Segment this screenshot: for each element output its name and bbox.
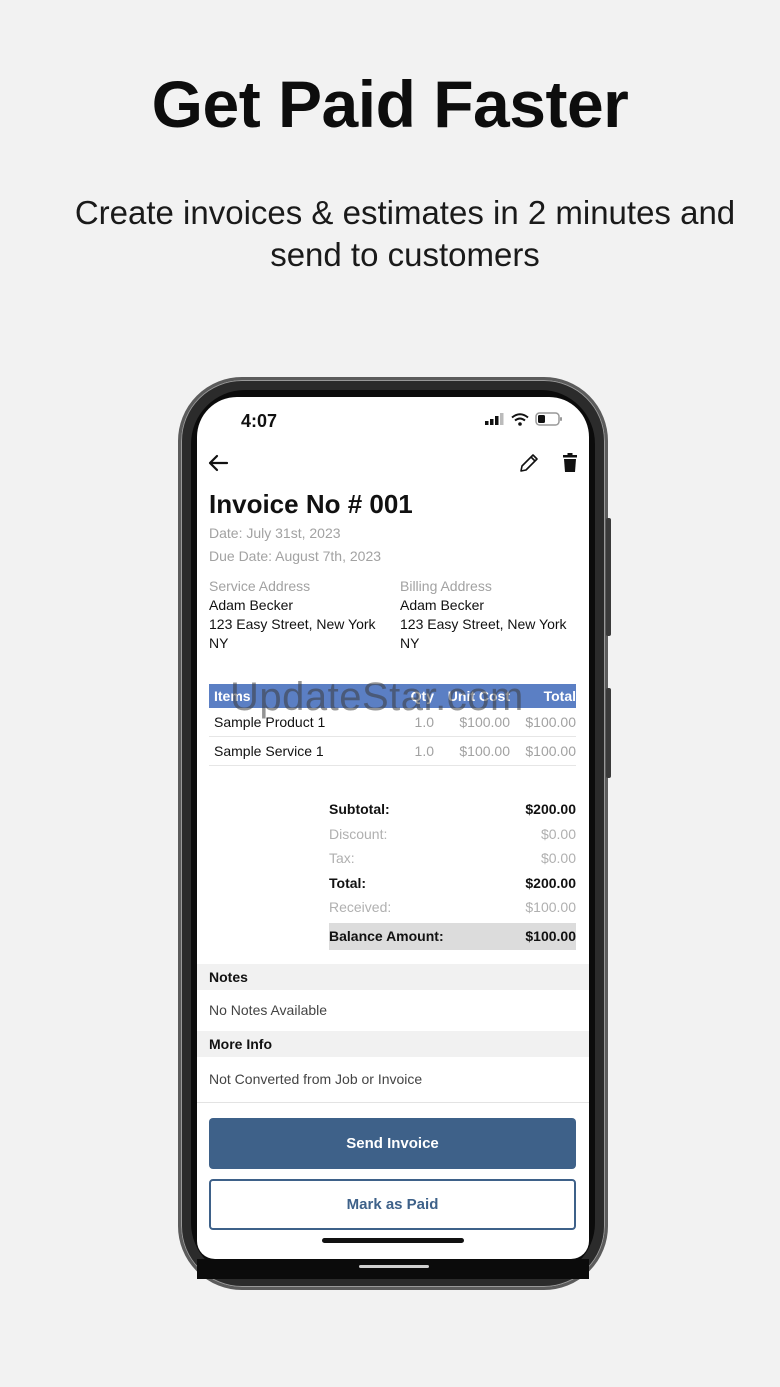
subtotal-row: Subtotal: $200.00 [329,797,576,822]
service-address-line1: 123 Easy Street, New York [209,616,376,632]
edit-button[interactable] [518,452,540,479]
table-row[interactable]: Sample Service 1 1.0 $100.00 $100.00 [209,737,576,766]
more-info-heading: More Info [197,1031,589,1057]
item-total: $100.00 [525,743,576,759]
send-invoice-button[interactable]: Send Invoice [209,1118,576,1169]
tax-value: $0.00 [540,850,576,867]
total-row: Total: $200.00 [329,871,576,896]
phone-chin [197,1259,589,1279]
invoice-title: Invoice No # 001 [209,489,413,519]
service-address-line2: NY [209,635,229,651]
trash-icon [563,453,577,472]
pencil-icon [520,454,538,472]
received-label: Received: [329,899,392,916]
watermark: UpdateStar.com [230,675,524,719]
phone-side-button [606,518,611,636]
promo-subline: Create invoices & estimates in 2 minutes… [74,194,736,273]
invoice-due-date: Due Date: August 7th, 2023 [209,548,382,564]
more-info-text: Not Converted from Job or Invoice [209,1071,423,1087]
service-address-name: Adam Becker [209,597,294,613]
service-address: Service Address Adam Becker 123 Easy Str… [209,577,394,653]
invoice-date: Date: July 31st, 2023 [209,525,341,541]
subtotal-value: $200.00 [525,801,576,818]
wifi-icon [511,412,529,426]
totals-summary: Subtotal: $200.00 Discount: $0.00 Tax: $… [329,797,576,950]
billing-address-line2: NY [400,635,420,651]
notes-heading: Notes [197,964,589,990]
app-screen: 4:07 Invoice No # 001 Date: July 31st, 2… [197,397,589,1259]
phone-side-button-lower [606,688,611,778]
discount-value: $0.00 [540,825,576,842]
status-time: 4:07 [241,411,278,431]
delete-button[interactable] [561,453,579,478]
item-unit-cost: $100.00 [459,743,510,759]
divider [197,1102,589,1103]
received-value: $100.00 [525,899,576,916]
discount-row: Discount: $0.00 [329,822,576,847]
item-qty: 1.0 [414,743,434,759]
total-label: Total: [329,874,367,891]
billing-address: Billing Address Adam Becker 123 Easy Str… [400,577,585,653]
status-icons [485,412,563,426]
service-address-label: Service Address [209,578,311,594]
total-value: $200.00 [525,874,576,891]
back-button[interactable] [207,453,229,478]
phone-chin-line [359,1265,429,1268]
billing-address-label: Billing Address [400,578,492,594]
discount-label: Discount: [329,825,388,842]
tax-row: Tax: $0.00 [329,846,576,871]
received-row: Received: $100.00 [329,895,576,920]
battery-icon [535,412,562,426]
signal-icon [485,413,504,425]
balance-row: Balance Amount: $100.00 [329,922,576,950]
billing-address-line1: 123 Easy Street, New York [400,616,567,632]
balance-value: $100.00 [525,928,576,944]
tax-label: Tax: [329,850,355,867]
balance-label: Balance Amount: [329,928,444,944]
notes-text: No Notes Available [209,1002,328,1018]
arrow-left-icon [208,454,229,472]
home-indicator[interactable] [322,1238,464,1243]
billing-address-name: Adam Becker [400,597,485,613]
subtotal-label: Subtotal: [329,801,390,818]
item-name: Sample Service 1 [214,743,324,759]
mark-as-paid-button[interactable]: Mark as Paid [209,1179,576,1230]
promo-headline: Get Paid Faster [151,67,629,141]
